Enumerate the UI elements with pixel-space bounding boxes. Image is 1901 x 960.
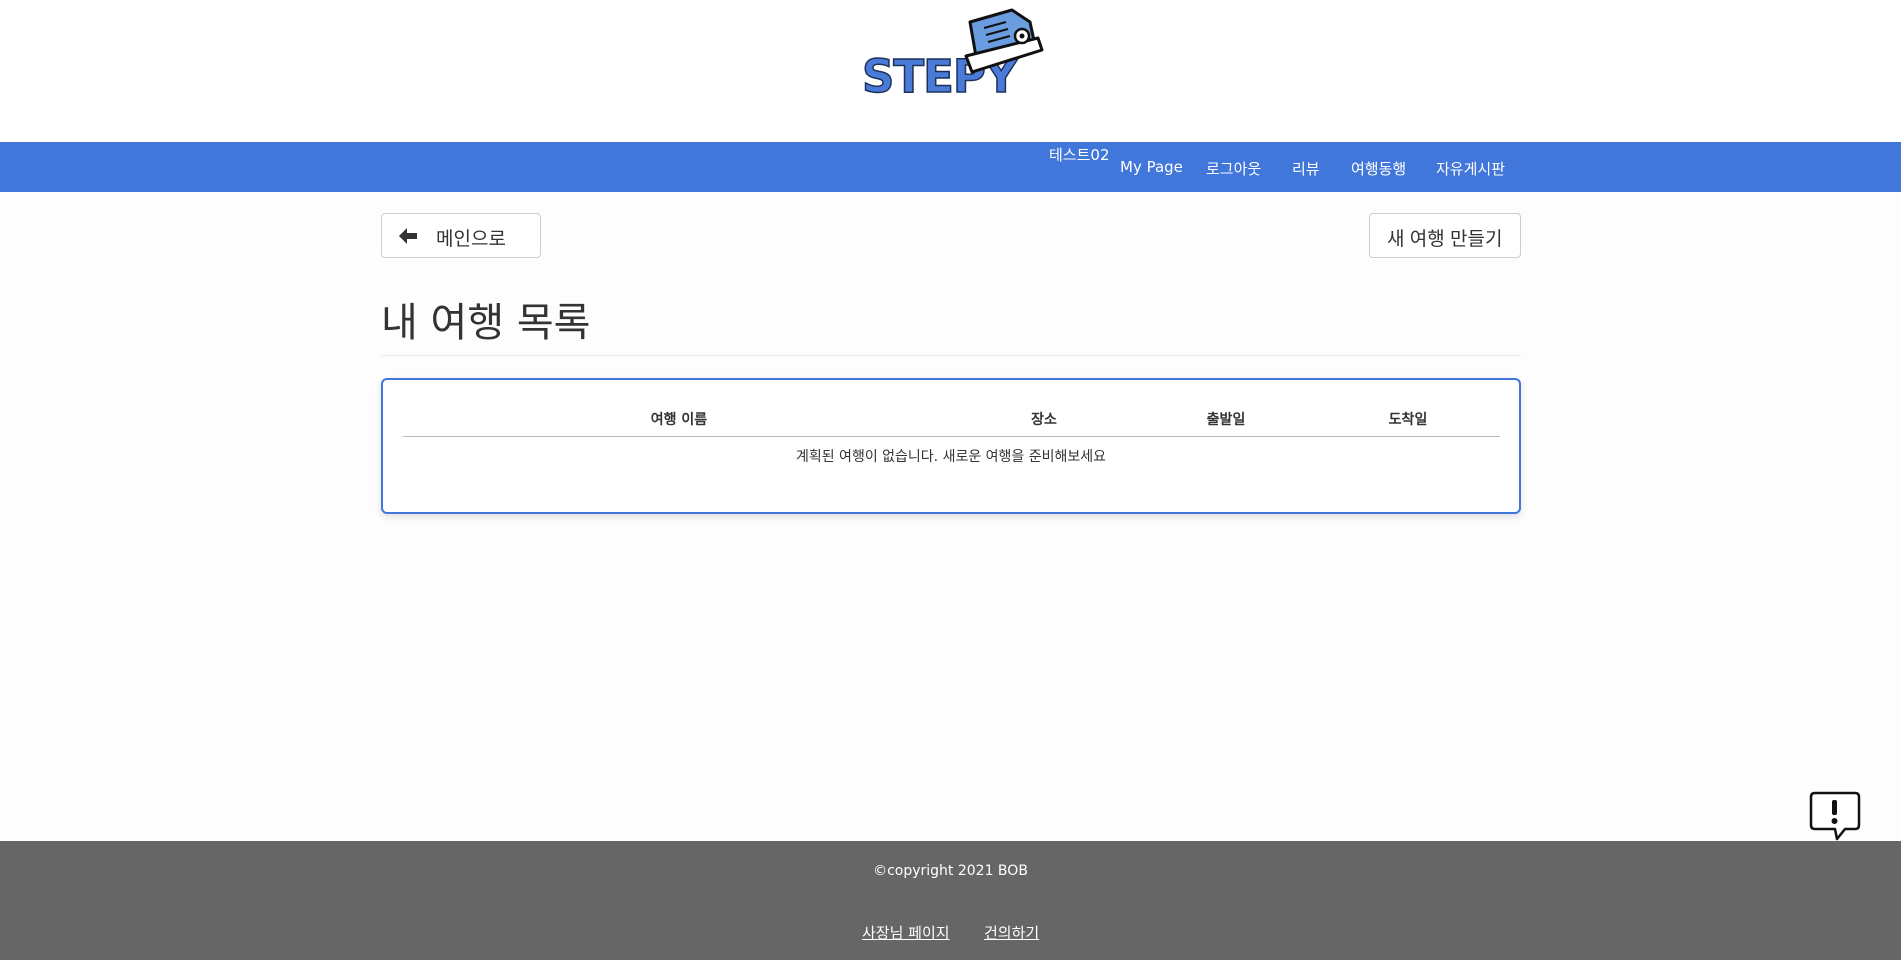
nav-link-review[interactable]: 리뷰 xyxy=(1292,158,1320,179)
footer-link-suggestion[interactable]: 건의하기 xyxy=(984,922,1039,943)
navbar: 테스트02 My Page 로그아웃 리뷰 여행동행 자유게시판 xyxy=(0,142,1901,192)
sneaker-icon xyxy=(964,8,1044,74)
column-header-place: 장소 xyxy=(1031,412,1057,428)
new-trip-button-label: 새 여행 만들기 xyxy=(1387,229,1503,250)
nav-link-travel-companion[interactable]: 여행동행 xyxy=(1351,158,1406,179)
new-trip-button[interactable]: 새 여행 만들기 xyxy=(1369,213,1521,258)
page-title: 내 여행 목록 xyxy=(381,300,591,346)
nav-link-mypage[interactable]: My Page xyxy=(1120,158,1183,176)
nav-link-free-board[interactable]: 자유게시판 xyxy=(1436,158,1505,179)
column-header-arrival-date: 도착일 xyxy=(1388,412,1428,428)
copyright-text: ©copyright 2021 BOB xyxy=(873,863,1028,879)
exclamation-bubble-icon xyxy=(1809,791,1861,841)
back-to-main-button[interactable]: 메인으로 xyxy=(381,213,541,258)
column-header-departure-date: 출발일 xyxy=(1206,412,1246,428)
trip-list-table: 여행 이름 장소 출발일 도착일 계획된 여행이 없습니다. 새로운 여행을 준… xyxy=(381,378,1521,514)
nav-link-logout[interactable]: 로그아웃 xyxy=(1206,158,1261,179)
footer: ©copyright 2021 BOB 사장님 페이지 건의하기 xyxy=(0,841,1901,960)
arrow-left-icon xyxy=(399,228,417,244)
title-divider xyxy=(381,355,1521,356)
stepy-logo[interactable]: STEPY xyxy=(858,8,1044,104)
back-button-label: 메인으로 xyxy=(436,229,506,250)
nav-username: 테스트02 xyxy=(1049,146,1110,164)
feedback-button[interactable] xyxy=(1809,791,1861,842)
top-header: STEPY xyxy=(0,0,1901,142)
footer-link-owner-page[interactable]: 사장님 페이지 xyxy=(862,922,950,943)
table-header-divider xyxy=(403,436,1500,437)
column-header-trip-name: 여행 이름 xyxy=(650,412,708,428)
empty-table-message: 계획된 여행이 없습니다. 새로운 여행을 준비해보세요 xyxy=(795,449,1107,465)
